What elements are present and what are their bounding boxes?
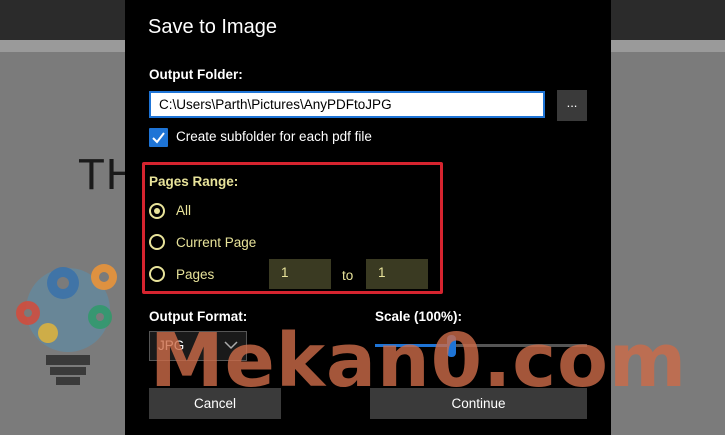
radio-current-page[interactable] — [149, 234, 165, 250]
output-folder-input[interactable]: C:\Users\Parth\Pictures\AnyPDFtoJPG — [149, 91, 545, 118]
radio-current-page-label: Current Page — [176, 235, 257, 250]
browse-folder-button[interactable]: ... — [557, 90, 587, 121]
subfolder-checkbox-label: Create subfolder for each pdf file — [176, 129, 372, 144]
page-to-input[interactable]: 1 — [366, 259, 428, 289]
radio-all[interactable] — [149, 203, 165, 219]
radio-pages-label: Pages — [176, 267, 215, 282]
output-folder-label: Output Folder: — [149, 67, 243, 82]
watermark-text: Mekan0.com — [150, 318, 688, 404]
dialog-title: Save to Image — [148, 16, 277, 38]
subfolder-checkbox[interactable] — [149, 128, 168, 147]
radio-all-label: All — [176, 203, 192, 218]
page-to-label: to — [342, 268, 354, 283]
gears-bulb-logo-icon — [16, 264, 117, 385]
checkmark-icon — [152, 132, 165, 144]
pages-range-label: Pages Range: — [149, 174, 239, 189]
radio-pages[interactable] — [149, 266, 165, 282]
page-from-input[interactable]: 1 — [269, 259, 331, 289]
